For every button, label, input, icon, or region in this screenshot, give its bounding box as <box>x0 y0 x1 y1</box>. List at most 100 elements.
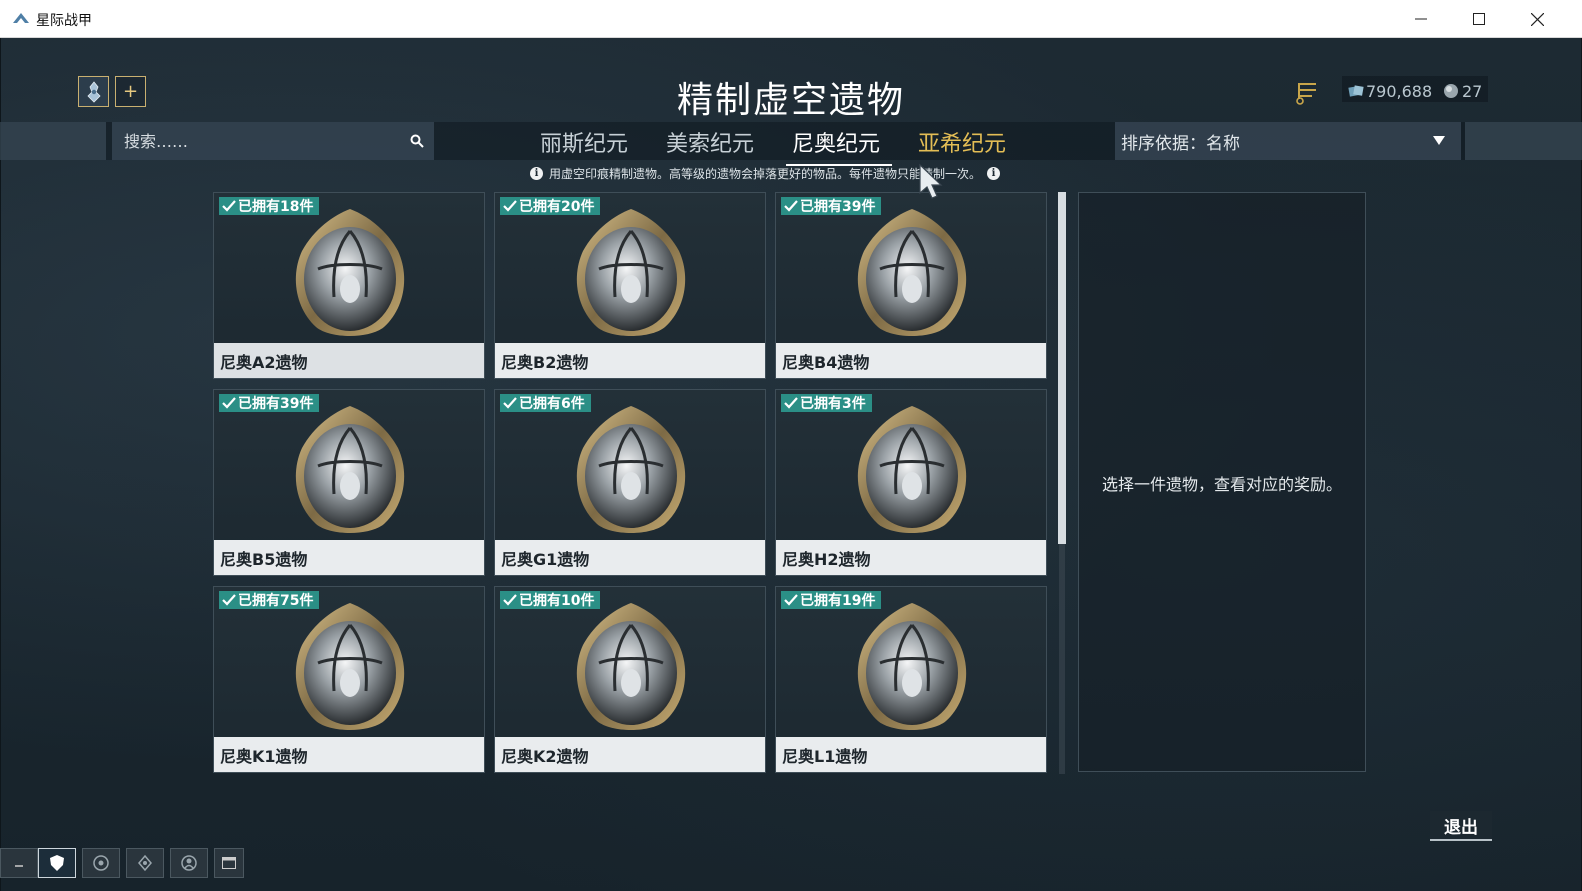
owned-count: 已拥有39件 <box>238 396 314 412</box>
reward-hint: 选择一件遗物，查看对应的奖励。 <box>1101 475 1342 494</box>
relic-name: 尼奥B4遗物 <box>776 343 1046 378</box>
scrollbar-thumb[interactable] <box>1058 192 1066 544</box>
relic-name: 尼奥B5遗物 <box>214 540 484 575</box>
mode-alliance[interactable] <box>126 848 164 878</box>
relic-name: 尼奥G1遗物 <box>495 540 765 575</box>
check-icon <box>222 594 236 606</box>
clan-icon <box>93 855 109 871</box>
owned-count: 已拥有18件 <box>238 199 314 215</box>
maximize-button[interactable] <box>1450 0 1508 38</box>
check-icon <box>503 200 517 212</box>
game-viewport: + 精制虚空遗物 790,688 27 搜索…… 丽斯纪元 美索纪元 尼奥纪元 … <box>0 38 1582 891</box>
window-title: 星际战甲 <box>36 13 92 29</box>
strip-left-piece <box>0 122 106 160</box>
maximize-icon <box>1473 13 1485 25</box>
relic-card[interactable]: 已拥有3件尼奥H2遗物 <box>775 389 1047 576</box>
mouse-cursor-icon <box>919 163 943 199</box>
owned-badge: 已拥有18件 <box>219 197 320 215</box>
search-icon[interactable] <box>410 134 424 148</box>
relic-name: 尼奥A2遗物 <box>214 343 484 378</box>
owned-badge: 已拥有3件 <box>781 394 872 412</box>
relic-name: 尼奥B2遗物 <box>495 343 765 378</box>
minimize-icon <box>1415 18 1427 20</box>
owned-badge: 已拥有75件 <box>219 591 320 609</box>
chat-toggle[interactable] <box>0 848 38 878</box>
check-icon <box>222 200 236 212</box>
friends-icon <box>181 855 197 871</box>
relic-card[interactable]: 已拥有10件尼奥K2遗物 <box>494 586 766 773</box>
close-button[interactable] <box>1508 0 1566 38</box>
owned-badge: 已拥有39件 <box>781 197 882 215</box>
close-icon <box>1530 12 1544 26</box>
tab-lith[interactable]: 丽斯纪元 <box>540 126 628 158</box>
check-icon <box>503 594 517 606</box>
search-box <box>112 122 434 160</box>
check-icon <box>784 397 798 409</box>
chat-icon <box>15 865 23 867</box>
platinum-value: 27 <box>1462 81 1483 101</box>
search-input[interactable] <box>122 128 406 154</box>
relic-card[interactable]: 已拥有75件尼奥K1遗物 <box>213 586 485 773</box>
alliance-icon <box>138 854 152 872</box>
check-icon <box>784 594 798 606</box>
relic-card[interactable]: 已拥有6件尼奥G1遗物 <box>494 389 766 576</box>
relic-image-icon <box>850 599 974 739</box>
window-titlebar: 星际战甲 <box>0 0 1582 38</box>
exit-button[interactable]: 退出 <box>1430 811 1492 841</box>
owned-badge: 已拥有6件 <box>500 394 591 412</box>
window-mode-toggle[interactable] <box>214 848 244 878</box>
market-icon[interactable] <box>1294 80 1318 110</box>
check-icon <box>503 397 517 409</box>
tab-neo[interactable]: 尼奥纪元 <box>785 126 893 166</box>
tab-axi[interactable]: 亚希纪元 <box>918 126 1006 158</box>
strip-right-piece <box>1465 122 1582 160</box>
relic-image-icon <box>569 402 693 542</box>
check-icon <box>784 200 798 212</box>
relic-card[interactable]: 已拥有39件尼奥B4遗物 <box>775 192 1047 379</box>
info-icon: i <box>530 166 543 180</box>
owned-count: 已拥有20件 <box>519 199 595 215</box>
owned-count: 已拥有10件 <box>519 593 595 609</box>
relic-scrollbar[interactable] <box>1057 192 1067 774</box>
owned-badge: 已拥有39件 <box>219 394 320 412</box>
relic-image-icon <box>288 205 412 345</box>
info-help-icon[interactable]: i <box>987 166 1001 180</box>
reward-panel: 选择一件遗物，查看对应的奖励。 <box>1078 192 1366 772</box>
relic-image-icon <box>569 599 693 739</box>
owned-count: 已拥有3件 <box>800 396 866 412</box>
relic-image-icon <box>569 205 693 345</box>
mode-clan[interactable] <box>82 848 120 878</box>
credits-display: 790,688 <box>1348 79 1432 103</box>
relic-name: 尼奥K1遗物 <box>214 737 484 772</box>
relic-grid: 已拥有18件 尼奥A2遗物 已拥有20件 尼奥B2遗物 已拥有39件 尼奥B4遗物 已拥有3… <box>213 192 1053 774</box>
owned-count: 已拥有75件 <box>238 593 314 609</box>
minimize-button[interactable] <box>1392 0 1450 38</box>
owned-count: 已拥有39件 <box>800 199 876 215</box>
owned-badge: 已拥有20件 <box>500 197 601 215</box>
mode-friends[interactable] <box>170 848 208 878</box>
relic-card[interactable]: 已拥有19件尼奥L1遗物 <box>775 586 1047 773</box>
relic-image-icon <box>288 599 412 739</box>
mode-shield[interactable] <box>38 848 76 878</box>
relic-card[interactable]: 已拥有39件尼奥B5遗物 <box>213 389 485 576</box>
relic-name: 尼奥K2遗物 <box>495 737 765 772</box>
relic-image-icon <box>288 402 412 542</box>
relic-image-icon <box>850 402 974 542</box>
owned-count: 已拥有6件 <box>519 396 585 412</box>
relic-name: 尼奥H2遗物 <box>776 540 1046 575</box>
relic-card[interactable]: 已拥有18件尼奥A2遗物 <box>213 192 485 379</box>
shield-icon <box>50 855 64 871</box>
relic-name: 尼奥L1遗物 <box>776 737 1046 772</box>
owned-badge: 已拥有19件 <box>781 591 882 609</box>
owned-badge: 已拥有10件 <box>500 591 601 609</box>
credits-icon <box>1348 85 1364 97</box>
sort-dropdown[interactable]: 排序依据：名称 <box>1115 122 1461 160</box>
window-icon <box>222 857 236 869</box>
platinum-display: 27 <box>1442 79 1482 103</box>
check-icon <box>222 397 236 409</box>
info-text: 用虚空印痕精制遗物。高等级的遗物会掉落更好的物品。每件遗物只能精制一次。 <box>549 166 982 181</box>
tab-meso[interactable]: 美索纪元 <box>666 126 754 158</box>
relic-image-icon <box>850 205 974 345</box>
relic-card[interactable]: 已拥有20件尼奥B2遗物 <box>494 192 766 379</box>
credits-value: 790,688 <box>1366 81 1433 101</box>
